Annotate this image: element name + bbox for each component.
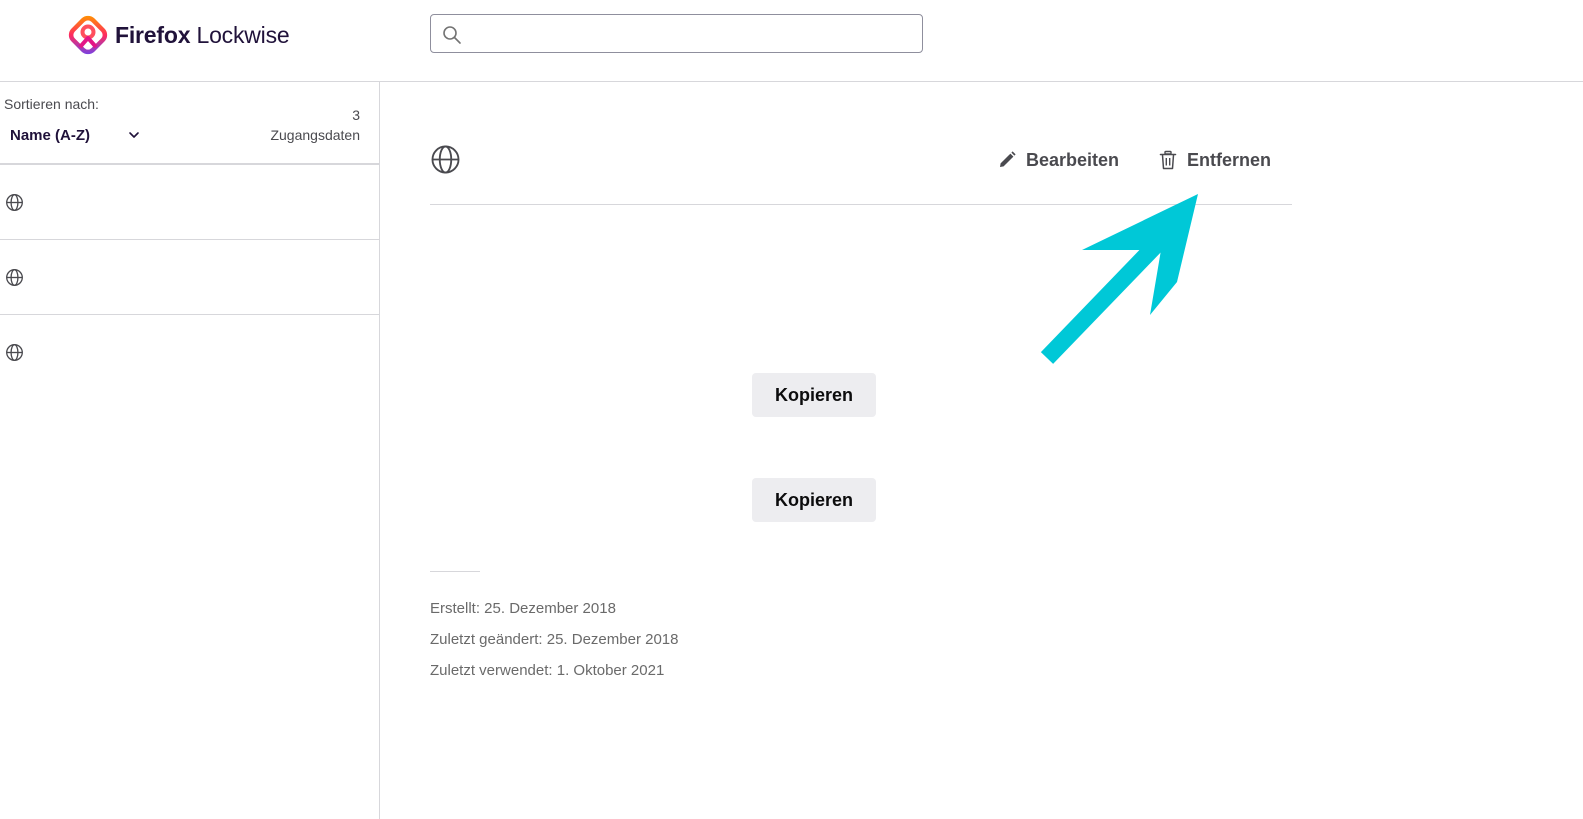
search-icon — [443, 26, 461, 44]
globe-icon — [6, 269, 23, 286]
edit-button[interactable]: Bearbeiten — [997, 148, 1119, 172]
list-item[interactable] — [0, 315, 379, 389]
search-box[interactable] — [430, 14, 923, 53]
detail-header: Bearbeiten Entfernen — [430, 124, 1292, 205]
brand-name: Firefox Lockwise — [115, 21, 290, 48]
list-item[interactable] — [0, 240, 379, 315]
sort-dropdown[interactable]: Name (A-Z) — [10, 124, 140, 146]
logins-count-number: 3 — [352, 107, 360, 123]
search-input[interactable] — [471, 21, 915, 49]
sort-label: Sortieren nach: — [4, 96, 99, 112]
lockwise-logo-icon — [68, 15, 108, 55]
delete-label: Entfernen — [1187, 149, 1272, 170]
trash-icon — [1159, 150, 1177, 170]
copy-password-button[interactable]: Kopieren — [752, 478, 876, 522]
sort-value: Name (A-Z) — [10, 126, 91, 144]
annotation-arrow-icon — [1040, 194, 1198, 364]
created-date: Erstellt: 25. Dezember 2018 — [430, 600, 616, 617]
last-used-date: Zuletzt verwendet: 1. Oktober 2021 — [430, 662, 665, 679]
logins-list — [0, 163, 379, 389]
copy-username-button[interactable]: Kopieren — [752, 373, 876, 417]
brand[interactable]: Firefox Lockwise — [67, 14, 290, 56]
chevron-down-icon — [129, 132, 139, 138]
globe-icon — [431, 145, 460, 174]
list-item[interactable] — [0, 165, 379, 240]
sidebar: Sortieren nach: Name (A-Z) 3 Zugangsdate… — [0, 82, 380, 819]
pencil-icon — [1000, 151, 1016, 167]
logins-count: 3 Zugangsdaten — [270, 105, 360, 145]
app-header: Firefox Lockwise — [0, 0, 1583, 82]
globe-icon — [6, 344, 23, 361]
modified-date: Zuletzt geändert: 25. Dezember 2018 — [430, 631, 679, 648]
globe-icon — [6, 194, 23, 211]
delete-button[interactable]: Entfernen — [1158, 148, 1271, 172]
edit-label: Bearbeiten — [1026, 149, 1120, 170]
meta-divider — [430, 571, 480, 572]
logins-count-label: Zugangsdaten — [270, 127, 360, 143]
